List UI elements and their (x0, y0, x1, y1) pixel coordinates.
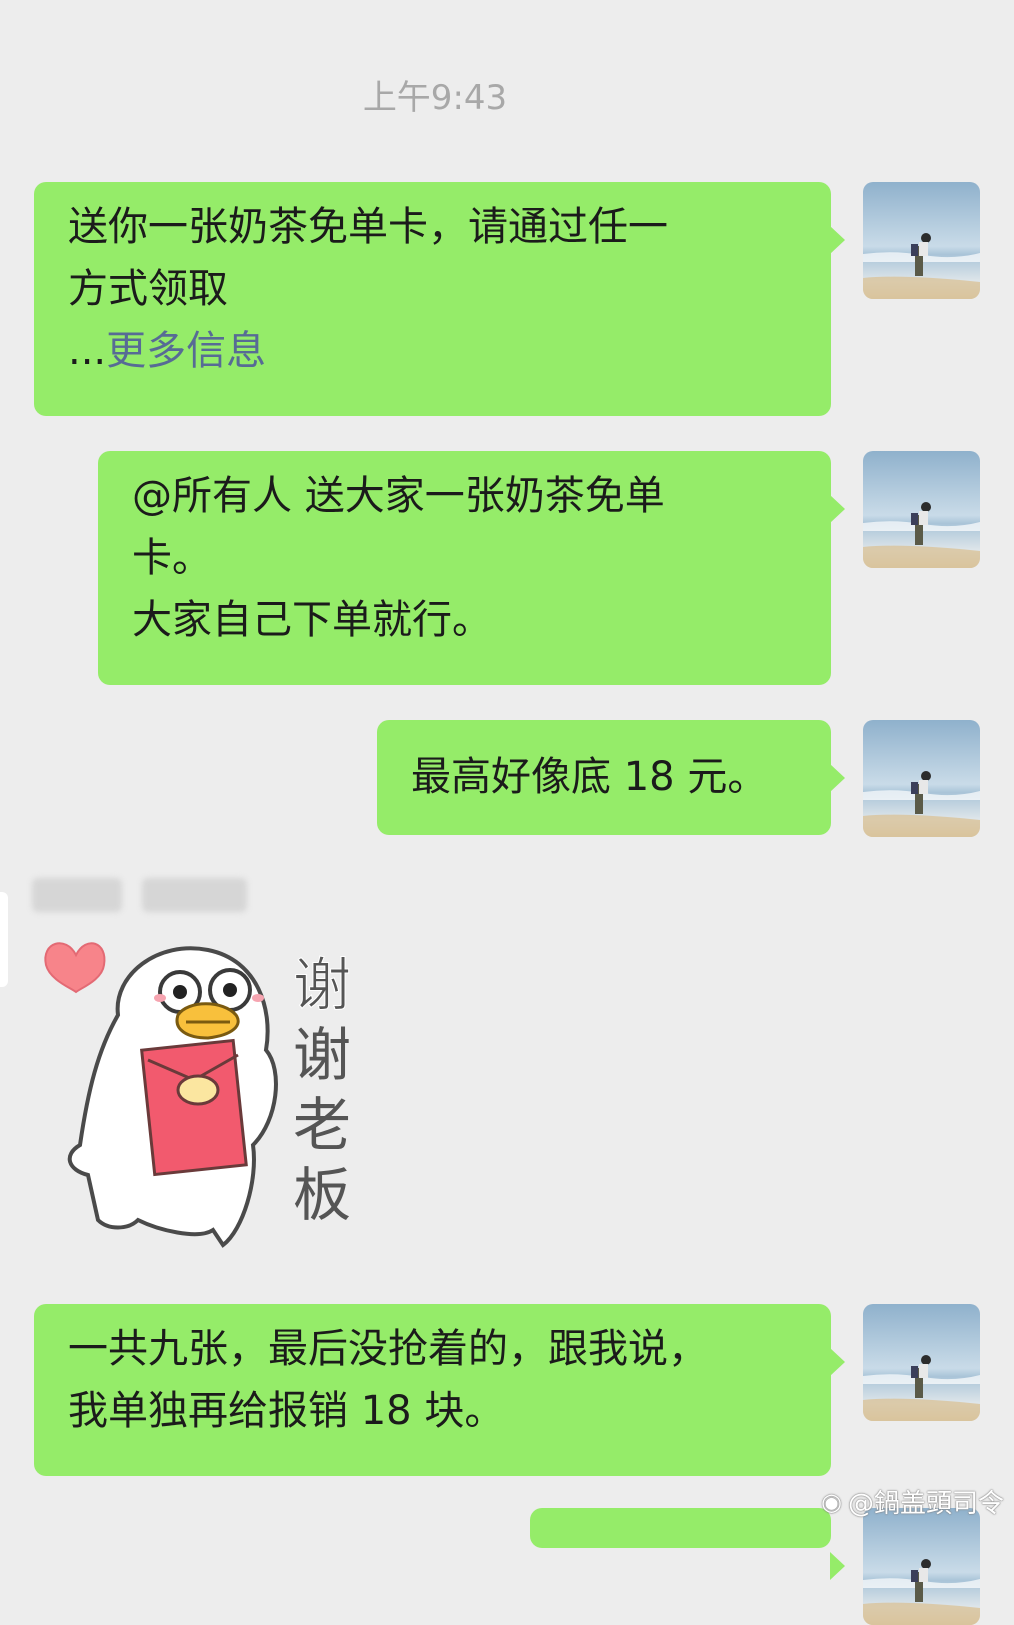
message-text-line: 一共九张，最后没抢着的，跟我说， (68, 1326, 708, 1372)
duck-thanks-sticker[interactable]: 谢 谢 老 板 (38, 930, 398, 1270)
watermark-text: @鍋盖頭司令 (847, 1489, 1004, 1519)
heart-icon (44, 942, 106, 994)
message-bubble-partial[interactable] (530, 1508, 845, 1580)
sender-name-blurred (32, 876, 252, 914)
more-prefix: ... (68, 328, 107, 374)
message-text-line: 最高好像底 18 元。 (411, 754, 768, 800)
more-info-link[interactable]: 更多信息 (106, 328, 266, 374)
self-avatar[interactable] (863, 1304, 980, 1421)
message-text-line: 大家自己下单就行。 (132, 597, 492, 643)
message-bubble-1[interactable]: 送你一张奶茶免单卡，请通过任一 方式领取 ...更多信息 (34, 182, 845, 416)
message-bubble-4[interactable]: 一共九张，最后没抢着的，跟我说， 我单独再给报销 18 块。 (34, 1304, 845, 1476)
sticker-char: 老 (293, 1091, 351, 1159)
weibo-icon: ◉ (821, 1487, 842, 1516)
other-avatar-edge[interactable] (0, 892, 8, 987)
self-avatar[interactable] (863, 1508, 980, 1625)
message-text-line: 送你一张奶茶免单卡，请通过任一 (68, 204, 668, 250)
message-text-line: @所有人 送大家一张奶茶免单 (132, 473, 665, 519)
message-text-line: 我单独再给报销 18 块。 (68, 1388, 505, 1434)
sticker-char: 谢 (293, 951, 351, 1019)
sticker-char: 板 (293, 1161, 351, 1229)
self-avatar[interactable] (863, 451, 980, 568)
watermark: ◉ @鍋盖頭司令 (821, 1483, 1004, 1520)
message-bubble-3[interactable]: 最高好像底 18 元。 (377, 720, 845, 835)
sticker-char: 谢 (293, 1021, 351, 1089)
self-avatar[interactable] (863, 720, 980, 837)
self-avatar[interactable] (863, 182, 980, 299)
message-text-line: 方式领取 (68, 266, 228, 312)
message-text-line: 卡。 (132, 535, 212, 581)
message-timestamp: 上午9:43 (362, 78, 508, 118)
message-bubble-2[interactable]: @所有人 送大家一张奶茶免单 卡。 大家自己下单就行。 (98, 451, 845, 685)
